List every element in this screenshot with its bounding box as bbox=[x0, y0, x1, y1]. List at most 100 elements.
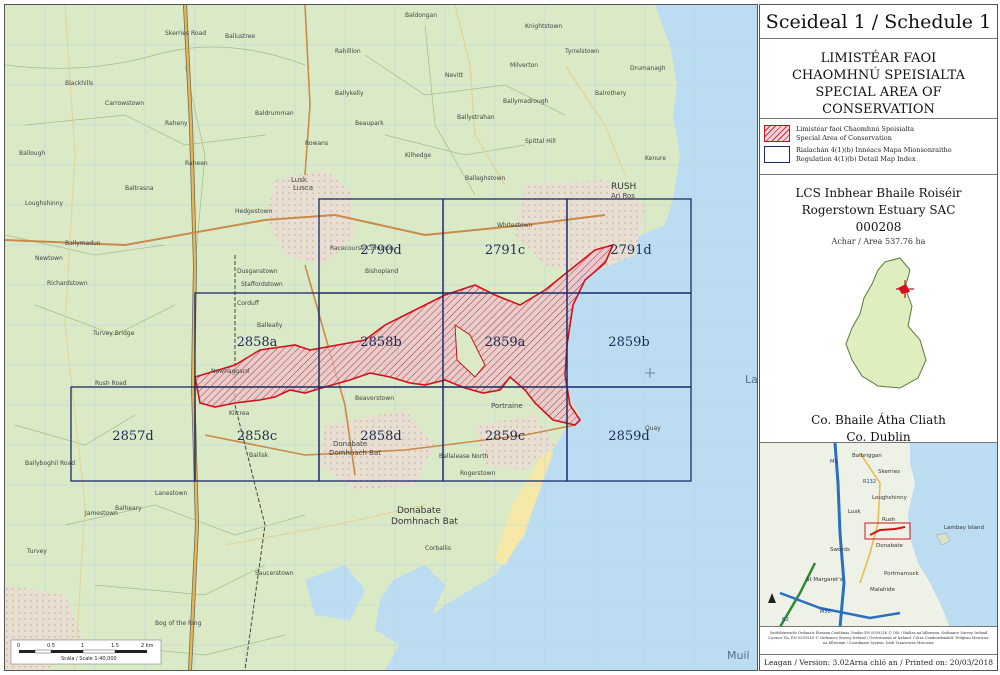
printed-date: Arna chló an / Printed on: 20/03/2018 bbox=[849, 658, 993, 667]
place-lusk-irish: Lusca bbox=[293, 184, 313, 192]
place-donabate-main: Donabate bbox=[397, 506, 441, 516]
heading-line-2: CHAOMHNÚ SPEISIALTA bbox=[791, 68, 966, 83]
place-label: Corduff bbox=[237, 300, 260, 307]
place-label: Bog of the Ring bbox=[155, 620, 202, 627]
designation-heading: LIMISTÉAR FAOI CHAOMHNÚ SPEISIALTA SPECI… bbox=[760, 39, 997, 119]
sea-label-partial: La bbox=[745, 373, 757, 386]
inset-place-label: Swords bbox=[830, 547, 850, 553]
inset-place-label: Lambay Island bbox=[944, 525, 984, 531]
place-label: Rush Road bbox=[95, 380, 127, 387]
inset-canvas: Balbriggan Skerries Loughshinny Rush Lambay … bbox=[760, 443, 997, 626]
county-locator-map bbox=[845, 257, 927, 389]
place-label: Jamestown bbox=[84, 510, 118, 517]
scale-tick: 0.5 bbox=[47, 643, 55, 649]
place-label: Baltrasna bbox=[125, 185, 154, 192]
place-label: Nevitt bbox=[445, 72, 464, 79]
place-label: Saucerstown bbox=[255, 570, 294, 577]
place-label: Racecourse Common bbox=[330, 245, 394, 252]
place-label: Blackhills bbox=[65, 80, 93, 87]
tile-label[interactable]: 2858a bbox=[237, 335, 278, 350]
index-grid-swatch-icon bbox=[764, 146, 790, 163]
place-label: Quay bbox=[645, 425, 661, 432]
place-label: Newtown bbox=[35, 255, 63, 262]
tile-label[interactable]: 2858b bbox=[360, 335, 401, 350]
place-label: Staffordstown bbox=[241, 281, 283, 288]
place-label: Ballisk bbox=[249, 452, 269, 459]
place-label: Balleally bbox=[257, 322, 283, 329]
legend-item-sac: Limistéar faoi Chaomhnú Speisialta Speci… bbox=[764, 125, 993, 142]
scale-tick: 1 bbox=[81, 643, 84, 649]
place-label: Carrowstown bbox=[105, 100, 144, 107]
place-rush-irish: An Ros bbox=[611, 192, 635, 200]
place-label: Baldongan bbox=[405, 12, 437, 19]
inset-place-label: Donabate bbox=[876, 543, 903, 549]
place-label: Rowans bbox=[305, 140, 328, 147]
mul-label-partial: Muil bbox=[727, 649, 750, 662]
inset-place-label: Lusk bbox=[848, 509, 861, 515]
place-label: Beaupark bbox=[355, 120, 384, 127]
place-label: Kilhedge bbox=[405, 152, 431, 159]
place-label: Ballymadrough bbox=[503, 98, 549, 105]
legend-index-english: Regulation 4(1)(b) Detail Map Index bbox=[796, 154, 916, 163]
place-label: Raheen bbox=[185, 160, 208, 167]
place-label: Turvey Bridge bbox=[92, 330, 135, 337]
legend: Limistéar faoi Chaomhnú Speisialta Speci… bbox=[760, 119, 997, 175]
place-label: Ballyboghil Road bbox=[25, 460, 75, 467]
scale-label: Scála / Scale 1:40,000 bbox=[61, 655, 117, 662]
scale-tick: 0 bbox=[17, 643, 20, 649]
place-label: Newhaggard bbox=[211, 368, 249, 375]
site-area: Achar / Area 537.76 ha bbox=[831, 237, 926, 246]
place-donabate-irish: Domhnach Bat bbox=[329, 449, 381, 457]
site-code: 000208 bbox=[855, 220, 902, 234]
place-label: Raheny bbox=[165, 120, 188, 127]
tile-label[interactable]: 2858c bbox=[237, 429, 277, 444]
place-label: Baldrumman bbox=[255, 110, 294, 117]
place-label: Tyrrelstown bbox=[564, 48, 599, 55]
place-label: Kenure bbox=[645, 155, 666, 162]
tile-label[interactable]: 2859c bbox=[485, 429, 525, 444]
tile-label[interactable]: 2791d bbox=[610, 243, 651, 258]
tile-label[interactable]: 2859b bbox=[608, 335, 649, 350]
place-label: Richardstown bbox=[47, 280, 88, 287]
map-sheet: 2790d 2791c 2791d 2858a 2858b 2859a 2859… bbox=[0, 0, 1000, 675]
place-label: Drumanagh bbox=[630, 65, 666, 72]
tile-label[interactable]: 2791c bbox=[485, 243, 525, 258]
tile-label[interactable]: 2859d bbox=[608, 429, 649, 444]
county-dublin-shape bbox=[845, 257, 927, 389]
scale-tick: 1.5 bbox=[111, 643, 119, 649]
inset-place-label: Balbriggan bbox=[852, 453, 882, 459]
main-map[interactable]: 2790d 2791c 2791d 2858a 2858b 2859a 2859… bbox=[4, 4, 758, 671]
place-label: Lanestown bbox=[155, 490, 188, 497]
inset-place-label: St Margaret's bbox=[806, 577, 843, 583]
legend-sac-english: Special Area of Conservation bbox=[796, 133, 892, 142]
schedule-title-text: Sceideal 1 / Schedule 1 bbox=[765, 10, 992, 33]
legend-index-irish: Rialachán 4(1)(b) Innéacs Mapa Mionsonra… bbox=[796, 146, 952, 154]
place-lusk: Lusk bbox=[291, 176, 308, 184]
place-label: Whitestown bbox=[497, 222, 533, 229]
place-label: Turvey bbox=[26, 548, 47, 555]
inset-place-label: Skerries bbox=[878, 469, 900, 475]
scale-bar: 0 0.5 1 1.5 2 km Scála / Scale 1:40,000 bbox=[10, 639, 162, 665]
place-label: Ballough bbox=[19, 150, 45, 157]
place-rush: RUSH bbox=[611, 182, 636, 192]
footer: Suirbhéireacht Ordanáis Éireann Ceadúnas… bbox=[760, 627, 997, 670]
tile-label[interactable]: 2857d bbox=[112, 429, 153, 444]
heading-line-1: LIMISTÉAR FAOI bbox=[820, 51, 937, 66]
schedule-title: Sceideal 1 / Schedule 1 bbox=[760, 5, 997, 39]
tile-label[interactable]: 2859a bbox=[485, 335, 526, 350]
inset-location-map: Balbriggan Skerries Loughshinny Rush Lambay … bbox=[760, 443, 997, 627]
version-text: Leagan / Version: 3.02 bbox=[764, 658, 850, 667]
site-name-english: Rogerstown Estuary SAC bbox=[801, 203, 956, 217]
map-canvas: 2790d 2791c 2791d 2858a 2858b 2859a 2859… bbox=[5, 5, 757, 670]
site-name-irish: LCS Inbhear Bhaile Roiséir bbox=[795, 186, 962, 200]
inset-place-label: Loughshinny bbox=[872, 495, 908, 501]
place-label: Ballustree bbox=[225, 33, 255, 40]
county-irish: Co. Bhaile Átha Cliath bbox=[811, 413, 946, 427]
inset-road-label: M50 bbox=[820, 609, 831, 615]
place-label: Ballalease North bbox=[439, 453, 489, 460]
place-label: Ballykelly bbox=[335, 90, 364, 97]
place-label: Ballystrahan bbox=[457, 114, 495, 121]
place-label: Rahillion bbox=[335, 48, 361, 55]
heading-line-3: SPECIAL AREA OF CONSERVATION bbox=[815, 85, 942, 117]
legend-item-index: Rialachán 4(1)(b) Innéacs Mapa Mionsonra… bbox=[764, 146, 993, 163]
